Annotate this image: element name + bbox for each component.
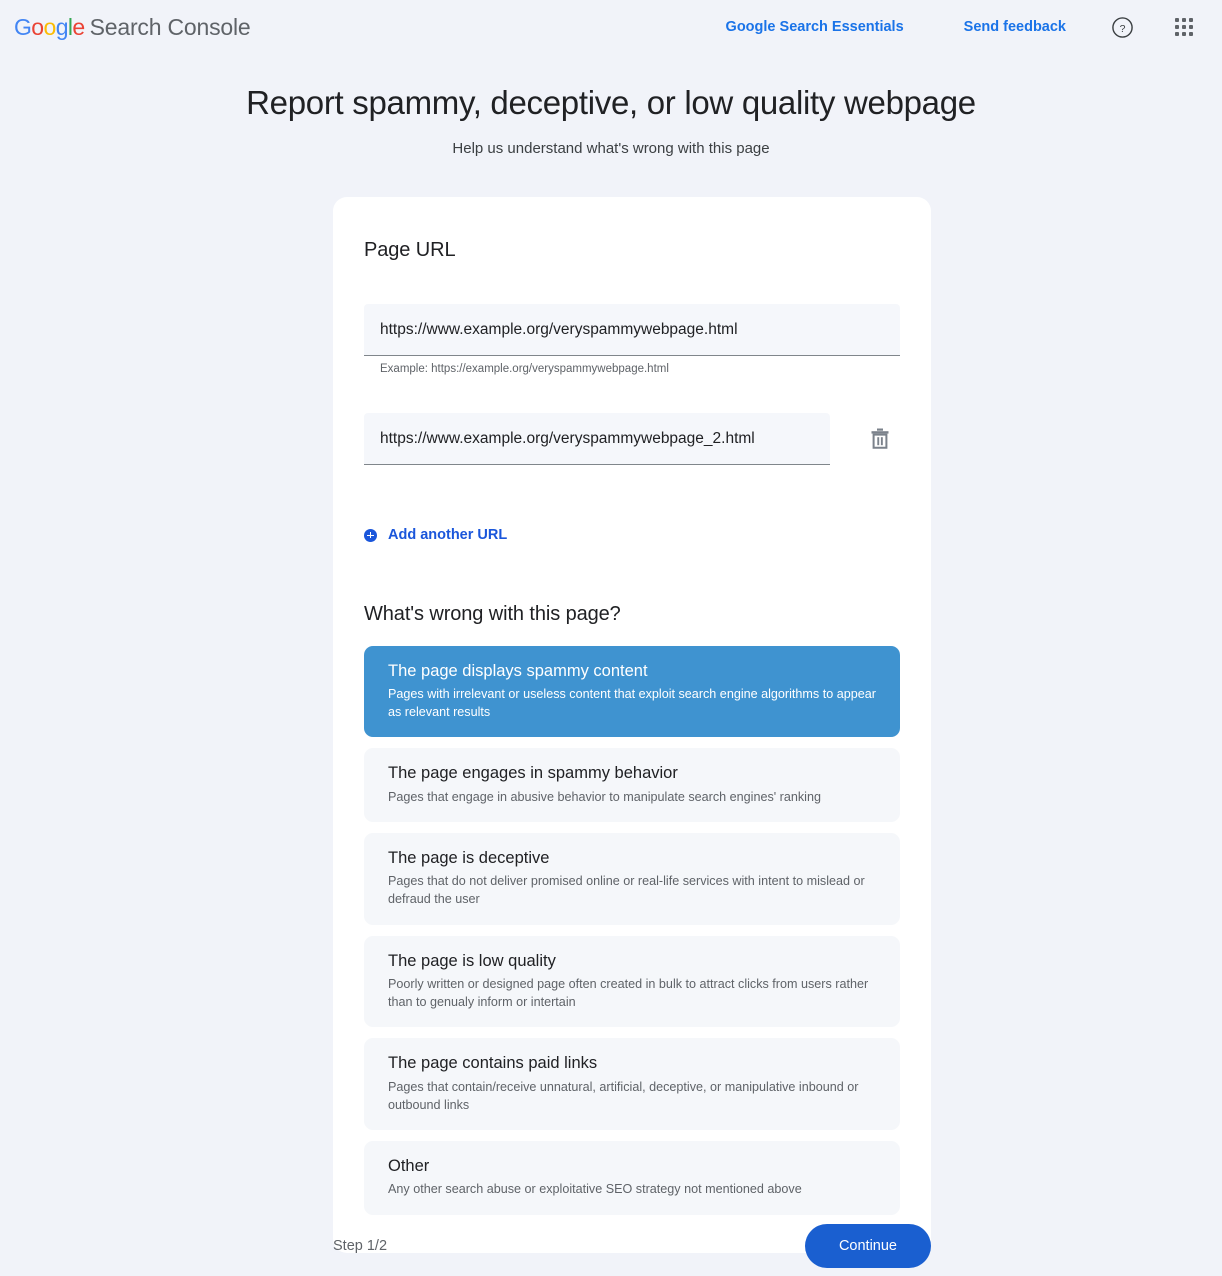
- page-url-input-2[interactable]: [364, 413, 831, 465]
- delete-url-button[interactable]: [860, 419, 900, 459]
- step-indicator: Step 1/2: [333, 1238, 388, 1254]
- issue-option-spammy-content[interactable]: The page displays spammy content Pages w…: [364, 645, 900, 738]
- google-logo: Google: [14, 13, 85, 40]
- issue-option-other[interactable]: Other Any other search abuse or exploita…: [364, 1141, 900, 1215]
- page-title: Report spammy, deceptive, or low quality…: [246, 84, 976, 121]
- option-title: The page is low quality: [388, 951, 556, 970]
- url-row-2: [364, 413, 900, 465]
- option-description: Pages that contain/receive unnatural, ar…: [388, 1079, 859, 1112]
- option-description: Pages that engage in abusive behavior to…: [388, 789, 821, 804]
- report-form-card: Page URL Example: https://example.org/ve…: [333, 197, 931, 1253]
- add-another-url-button[interactable]: Add another URL: [364, 527, 507, 543]
- apps-grid-icon: [1175, 18, 1193, 36]
- top-header-bar: Google Search Console Google Search Esse…: [0, 0, 1222, 54]
- page-url-heading: Page URL: [364, 239, 456, 261]
- brand-logo[interactable]: Google Search Console: [14, 13, 251, 41]
- option-description: Poorly written or designed page often cr…: [388, 976, 869, 1010]
- option-title: The page is deceptive: [388, 848, 550, 867]
- question-heading: What's wrong with this page?: [364, 602, 621, 625]
- google-apps-button[interactable]: [1164, 7, 1204, 47]
- help-circle-icon: ?: [1111, 16, 1133, 38]
- continue-button[interactable]: Continue: [804, 1224, 931, 1268]
- option-description: Any other search abuse or exploitative S…: [388, 1182, 802, 1197]
- send-feedback-link[interactable]: Send feedback: [950, 11, 1080, 43]
- url-field-wrap-2: [364, 413, 831, 465]
- issue-option-paid-links[interactable]: The page contains paid links Pages that …: [364, 1038, 900, 1131]
- issue-option-deceptive[interactable]: The page is deceptive Pages that do not …: [364, 832, 900, 925]
- page-subtitle: Help us understand what's wrong with thi…: [452, 140, 770, 157]
- help-button[interactable]: ?: [1102, 7, 1142, 47]
- issue-option-spammy-behavior[interactable]: The page engages in spammy behavior Page…: [364, 748, 900, 822]
- url-row-1: [364, 304, 900, 356]
- option-title: The page contains paid links: [388, 1054, 598, 1073]
- url-field-wrap-1: [364, 304, 900, 356]
- option-title: The page displays spammy content: [388, 661, 648, 680]
- page-url-input-1[interactable]: [364, 304, 900, 356]
- svg-text:?: ?: [1119, 22, 1125, 34]
- issue-option-low-quality[interactable]: The page is low quality Poorly written o…: [364, 935, 900, 1028]
- option-description: Pages with irrelevant or useless content…: [388, 686, 876, 720]
- option-title: The page engages in spammy behavior: [388, 764, 678, 783]
- google-search-essentials-link[interactable]: Google Search Essentials: [712, 11, 918, 43]
- header-actions: Google Search Essentials Send feedback ?: [712, 7, 1204, 47]
- issue-options-list: The page displays spammy content Pages w…: [364, 645, 900, 1215]
- trash-icon: [871, 428, 889, 449]
- brand-suffix-label: Search Console: [89, 13, 251, 40]
- option-title: Other: [388, 1157, 430, 1176]
- plus-circle-icon: [364, 528, 377, 542]
- form-footer: Step 1/2 Continue: [333, 1224, 931, 1268]
- add-another-url-label: Add another URL: [388, 527, 508, 543]
- option-description: Pages that do not deliver promised onlin…: [388, 874, 865, 907]
- page-url-hint-1: Example: https://example.org/veryspammyw…: [380, 363, 669, 375]
